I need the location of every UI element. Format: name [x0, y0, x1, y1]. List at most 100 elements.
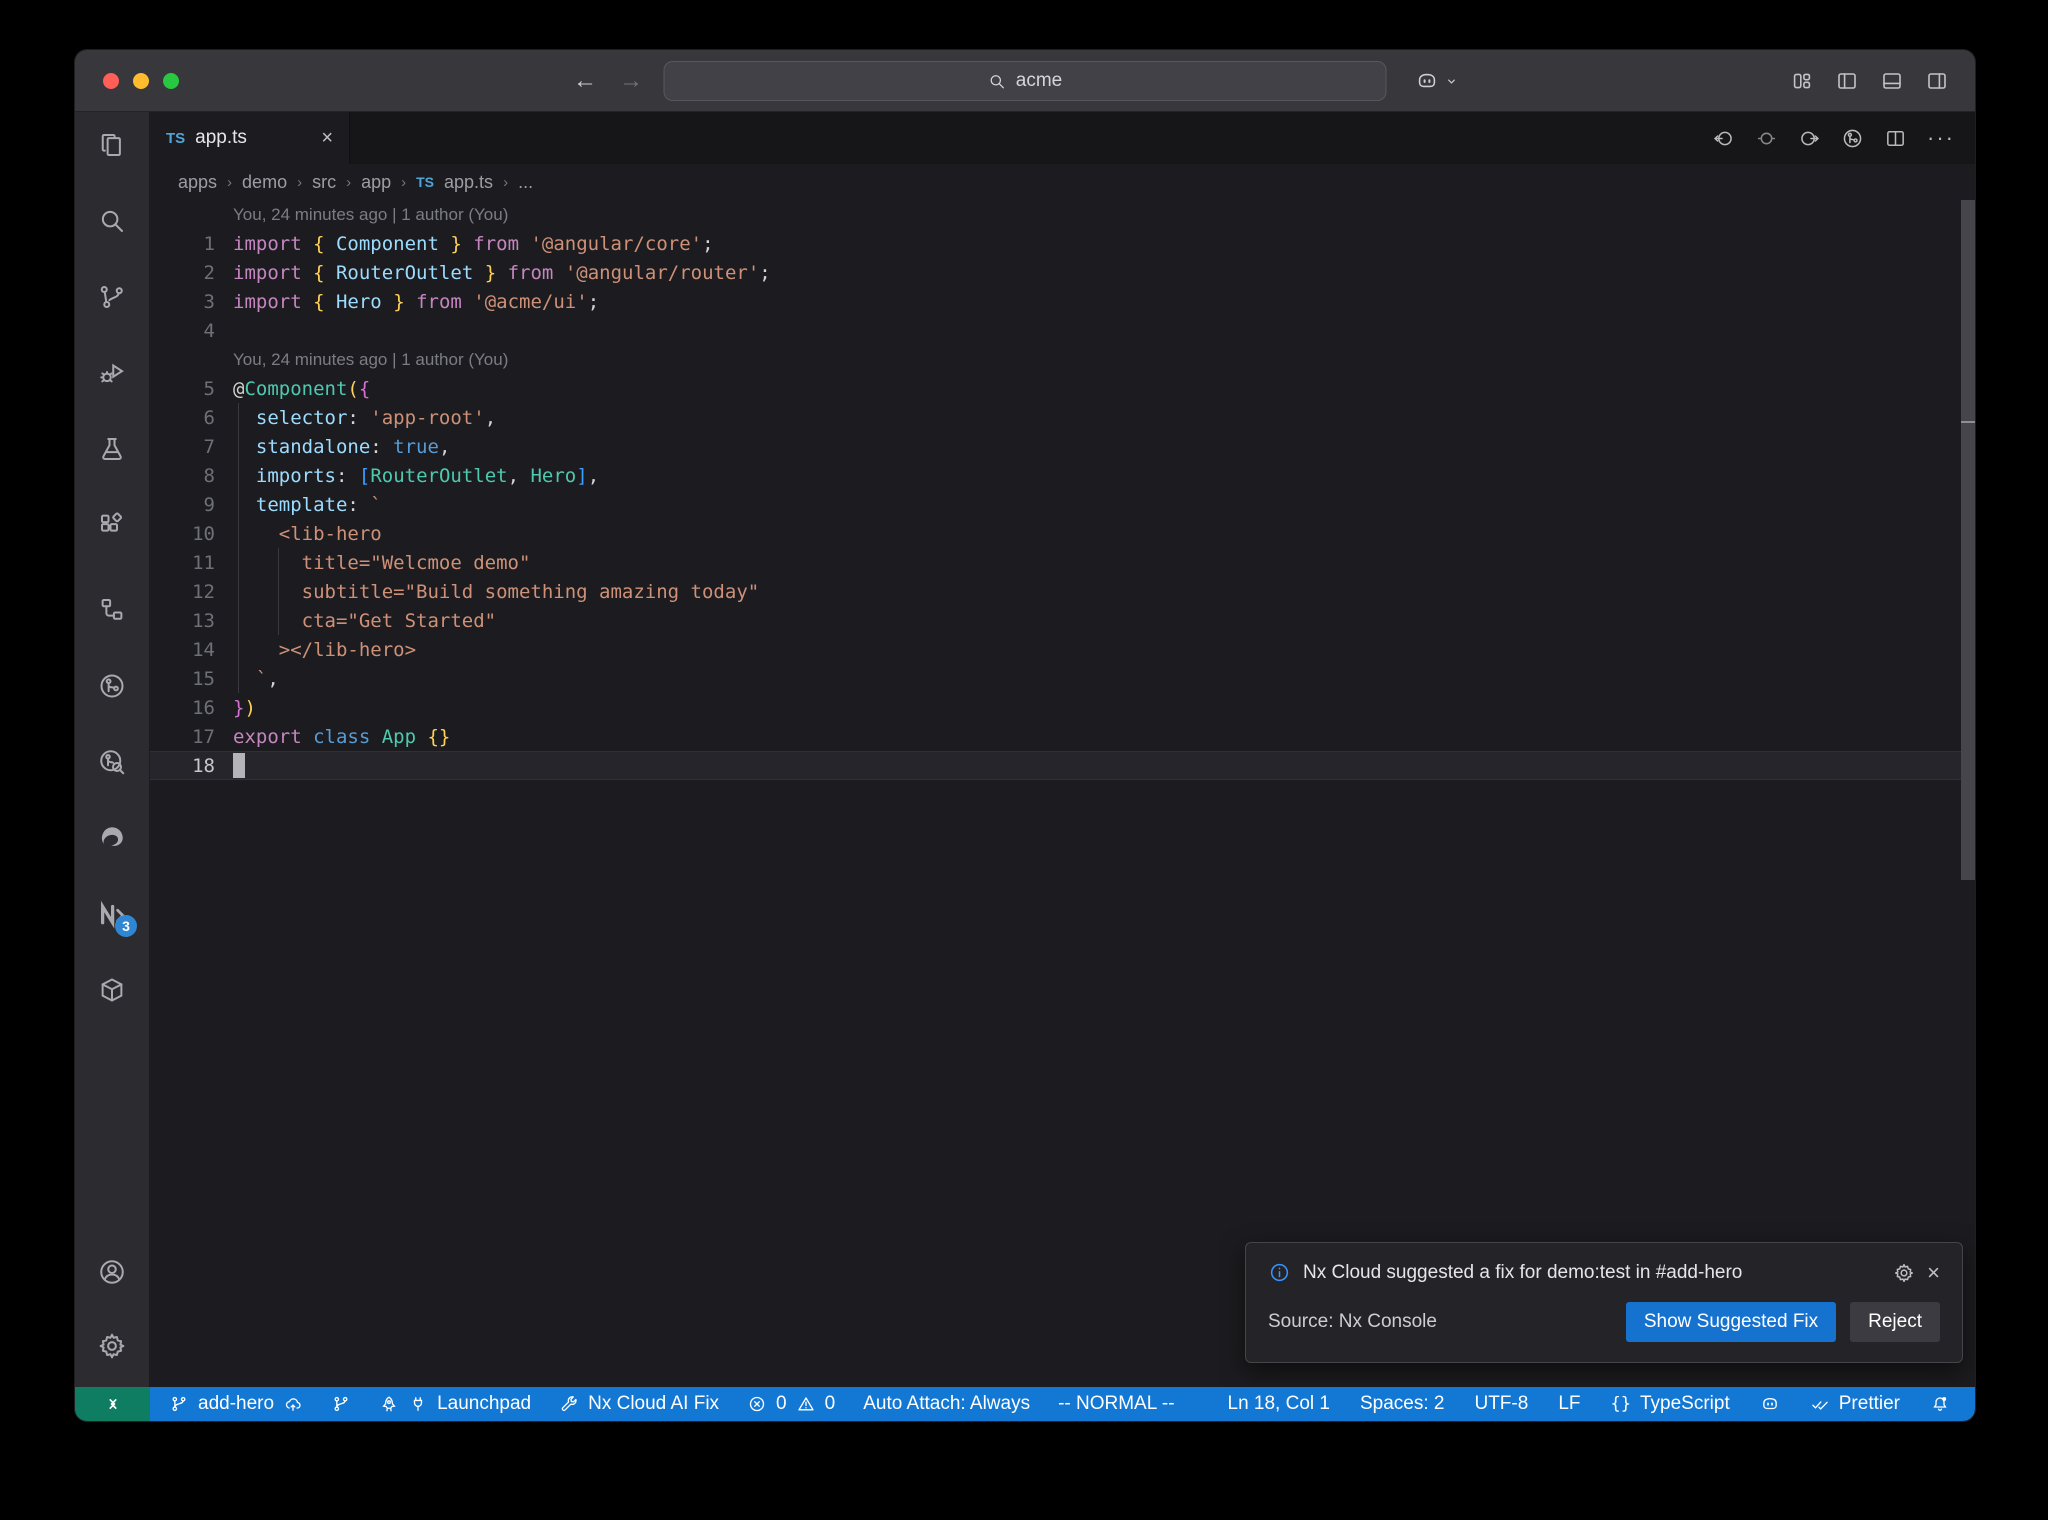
show-suggested-fix-button[interactable]: Show Suggested Fix — [1625, 1302, 1837, 1342]
line-number: 17 — [192, 725, 215, 748]
nx-cloud-ai-fix-status[interactable]: Nx Cloud AI Fix — [548, 1393, 730, 1415]
zoom-window-button[interactable] — [163, 73, 179, 89]
sidebar-item-search[interactable] — [97, 206, 127, 236]
launchpad-label: Launchpad — [437, 1393, 532, 1414]
breadcrumb-item[interactable]: demo — [242, 172, 287, 193]
code-line: 11 title="Welcmoe demo" — [150, 548, 1975, 577]
line-number: 13 — [192, 609, 215, 632]
line-number: 7 — [203, 435, 215, 458]
tab-app-ts[interactable]: TS app.ts × — [150, 112, 350, 164]
sidebar-item-nx-run-search[interactable] — [97, 747, 127, 777]
encoding-status[interactable]: UTF-8 — [1463, 1393, 1539, 1415]
breadcrumb-item[interactable]: src — [312, 172, 336, 193]
nx-run-target-icon[interactable] — [1841, 127, 1864, 150]
tab-bar: TS app.ts × ··· — [150, 112, 1975, 164]
chevron-down-icon[interactable] — [1443, 73, 1460, 90]
code-line: 9 template: ` — [150, 490, 1975, 519]
code-line: 16}) — [150, 693, 1975, 722]
sidebar-item-edge-browser[interactable] — [97, 823, 127, 853]
split-editor-icon[interactable] — [1884, 127, 1907, 150]
nav-forward-circle-icon[interactable] — [1798, 127, 1821, 150]
remote-indicator[interactable] — [75, 1387, 150, 1421]
sidebar-item-containers[interactable] — [97, 975, 127, 1005]
sidebar-item-source-control[interactable] — [97, 282, 127, 312]
vim-mode-status[interactable]: -- NORMAL -- — [1047, 1393, 1185, 1415]
copilot-icon — [1760, 1394, 1780, 1414]
notification-title: Nx Cloud suggested a fix for demo:test i… — [1303, 1261, 1743, 1283]
line-number: 1 — [203, 232, 215, 255]
toggle-panel-icon[interactable] — [1880, 69, 1904, 93]
traffic-lights — [103, 73, 179, 89]
sidebar-item-testing[interactable] — [97, 434, 127, 464]
nx-graph-status[interactable] — [320, 1394, 362, 1414]
code-line: 3 import { Hero } from '@acme/ui'; — [150, 287, 1975, 316]
auto-attach-status[interactable]: Auto Attach: Always — [852, 1393, 1041, 1415]
line-number: 3 — [203, 290, 215, 313]
nav-back-circle-icon[interactable] — [1712, 127, 1735, 150]
indentation-status[interactable]: Spaces: 2 — [1349, 1393, 1456, 1415]
breadcrumb-item[interactable]: apps — [178, 172, 217, 193]
eol-status[interactable]: LF — [1547, 1393, 1591, 1415]
git-branch-status[interactable]: add-hero — [158, 1393, 314, 1415]
minimize-window-button[interactable] — [133, 73, 149, 89]
code-line: 18 — [150, 751, 1975, 780]
notification-close-icon[interactable]: × — [1927, 1261, 1940, 1284]
nav-forward-icon[interactable]: → — [619, 67, 643, 95]
git-branch-icon — [169, 1394, 189, 1414]
code-line: 4 — [150, 316, 1975, 345]
close-window-button[interactable] — [103, 73, 119, 89]
line-number: 15 — [192, 667, 215, 690]
line-number: 14 — [192, 638, 215, 661]
line-number: 4 — [203, 319, 215, 342]
sidebar-item-nx-console[interactable]: 3 — [97, 899, 137, 937]
toggle-primary-sidebar-icon[interactable] — [1835, 69, 1859, 93]
code-line: 17 export class App {} — [150, 722, 1975, 751]
breadcrumb-item[interactable]: app — [361, 172, 391, 193]
nav-back-icon[interactable]: ← — [573, 67, 597, 95]
sidebar-item-explorer[interactable] — [97, 130, 127, 160]
code-line: 8 imports: [RouterOutlet, Hero], — [150, 461, 1975, 490]
code-line: 5 @ Component({ — [150, 374, 1975, 403]
code-line: 10 <lib-hero — [150, 519, 1975, 548]
breadcrumb: apps › demo › src › app › TS app.ts › ... — [178, 171, 534, 193]
vscode-window: ← → acme 3 TS app.ts × ··· apps › demo ›… — [75, 50, 1975, 1421]
settings-gear-icon[interactable] — [97, 1331, 127, 1361]
sidebar-item-extensions[interactable] — [97, 510, 127, 540]
customize-layout-icon[interactable] — [1790, 69, 1814, 93]
code-editor[interactable]: You, 24 minutes ago | 1 author (You) 1 imp… — [150, 200, 1975, 1387]
command-center-search[interactable]: acme — [663, 61, 1387, 101]
overview-ruler-cursor-mark — [1961, 421, 1975, 423]
sidebar-item-nx-run[interactable] — [97, 671, 127, 701]
account-icon[interactable] — [97, 1257, 127, 1287]
notifications-bell[interactable] — [1919, 1394, 1961, 1414]
nav-dot-circle-icon[interactable] — [1755, 127, 1778, 150]
toggle-secondary-sidebar-icon[interactable] — [1925, 69, 1949, 93]
reject-button[interactable]: Reject — [1850, 1302, 1940, 1342]
cursor-position-status[interactable]: Ln 18, Col 1 — [1217, 1393, 1341, 1415]
copilot-status[interactable] — [1749, 1394, 1791, 1414]
language-mode-status[interactable]: {} TypeScript — [1600, 1393, 1741, 1415]
tab-close-icon[interactable]: × — [321, 127, 333, 150]
copilot-icon[interactable] — [1415, 69, 1439, 93]
problems-status[interactable]: 0 0 — [736, 1393, 846, 1415]
code-line: 2 import { RouterOutlet } from '@angular/… — [150, 258, 1975, 287]
notification-settings-gear-icon[interactable] — [1893, 1262, 1915, 1284]
code-line: 13 cta="Get Started" — [150, 606, 1975, 635]
line-number: 8 — [203, 464, 215, 487]
breadcrumb-item-file[interactable]: app.ts — [444, 172, 493, 193]
sidebar-item-run-debug[interactable] — [97, 358, 127, 388]
more-actions-icon[interactable]: ··· — [1927, 125, 1955, 151]
plug-icon — [408, 1394, 428, 1414]
bell-dot-icon — [1930, 1394, 1950, 1414]
breadcrumb-tail[interactable]: ... — [518, 172, 533, 193]
search-icon — [988, 72, 1007, 91]
formatter-status[interactable]: Prettier — [1799, 1393, 1911, 1415]
error-count: 0 — [776, 1393, 787, 1414]
line-number: 6 — [203, 406, 215, 429]
code-line: 14 ></lib-hero> — [150, 635, 1975, 664]
line-number: 5 — [203, 377, 215, 400]
line-number: 18 — [192, 754, 215, 777]
scrollbar[interactable] — [1961, 200, 1975, 880]
launchpad-status[interactable]: Launchpad — [368, 1393, 542, 1415]
sidebar-item-project-hierarchy[interactable] — [97, 595, 127, 625]
